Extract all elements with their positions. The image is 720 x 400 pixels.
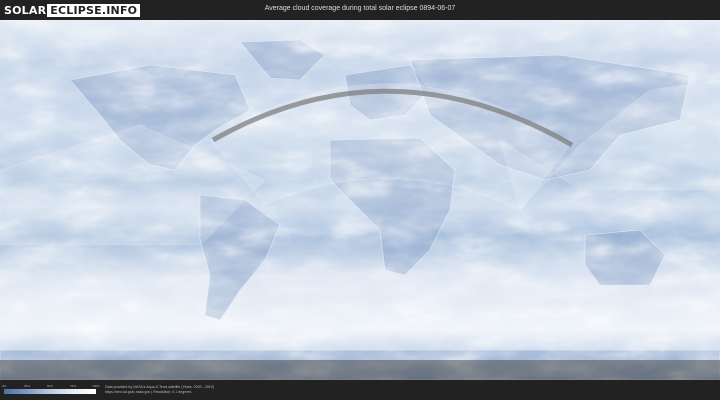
map-bottom-band	[0, 360, 720, 380]
cloud-coverage-legend-bar	[4, 389, 96, 394]
legend-tick-25: 25%	[23, 384, 31, 388]
legend-tick-50: 50%	[46, 384, 54, 388]
data-credit: Data provided by NASA's Aqua & Terra sat…	[105, 385, 214, 395]
header-bar: SOLAR ECLIPSE.INFO Average cloud coverag…	[0, 0, 720, 20]
legend-tick-0: 0%	[1, 384, 7, 388]
legend-tick-75: 75%	[69, 384, 77, 388]
legend-tick-100: 100%	[92, 384, 100, 388]
cloud-coverage-map	[0, 20, 720, 380]
page-title: Average cloud coverage during total sola…	[264, 5, 456, 12]
credit-line-2: https://neo.sci.gsfc.nasa.gov | Resoluti…	[105, 390, 192, 394]
